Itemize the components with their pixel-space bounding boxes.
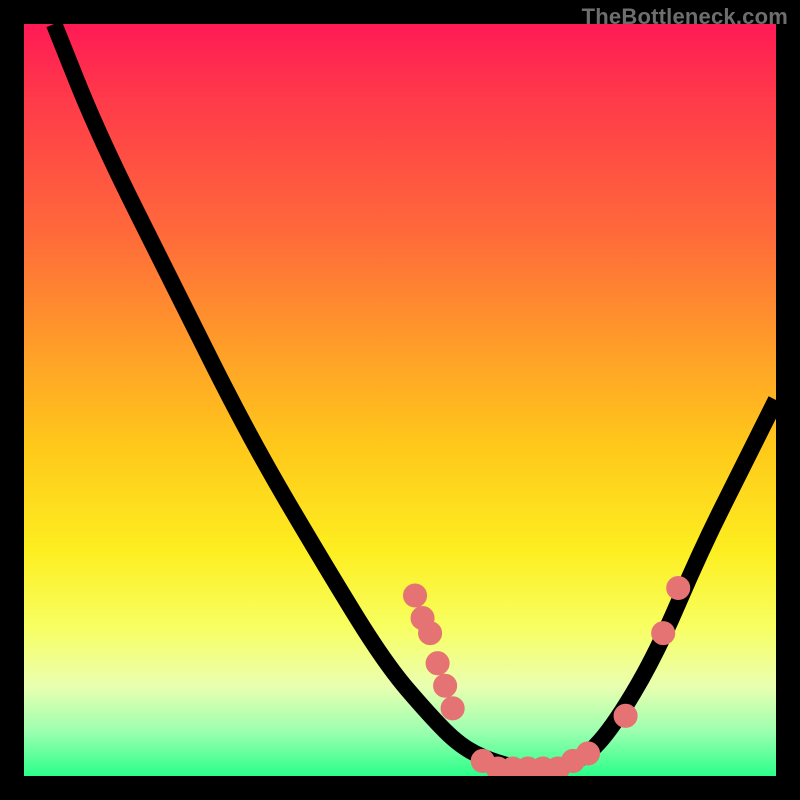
- curve-marker: [444, 700, 461, 717]
- curve-marker: [407, 587, 424, 604]
- curve-marker: [670, 580, 687, 597]
- curve-marker: [437, 677, 454, 694]
- curve-marker: [422, 625, 439, 642]
- watermark-text: TheBottleneck.com: [582, 4, 788, 30]
- curve-marker: [429, 655, 446, 672]
- curve-marker: [617, 708, 634, 725]
- chart-root: TheBottleneck.com: [0, 0, 800, 800]
- bottleneck-curve: [54, 24, 776, 768]
- curve-marker: [655, 625, 672, 642]
- chart-svg: [24, 24, 776, 776]
- plot-area: [24, 24, 776, 776]
- curve-marker: [580, 745, 597, 762]
